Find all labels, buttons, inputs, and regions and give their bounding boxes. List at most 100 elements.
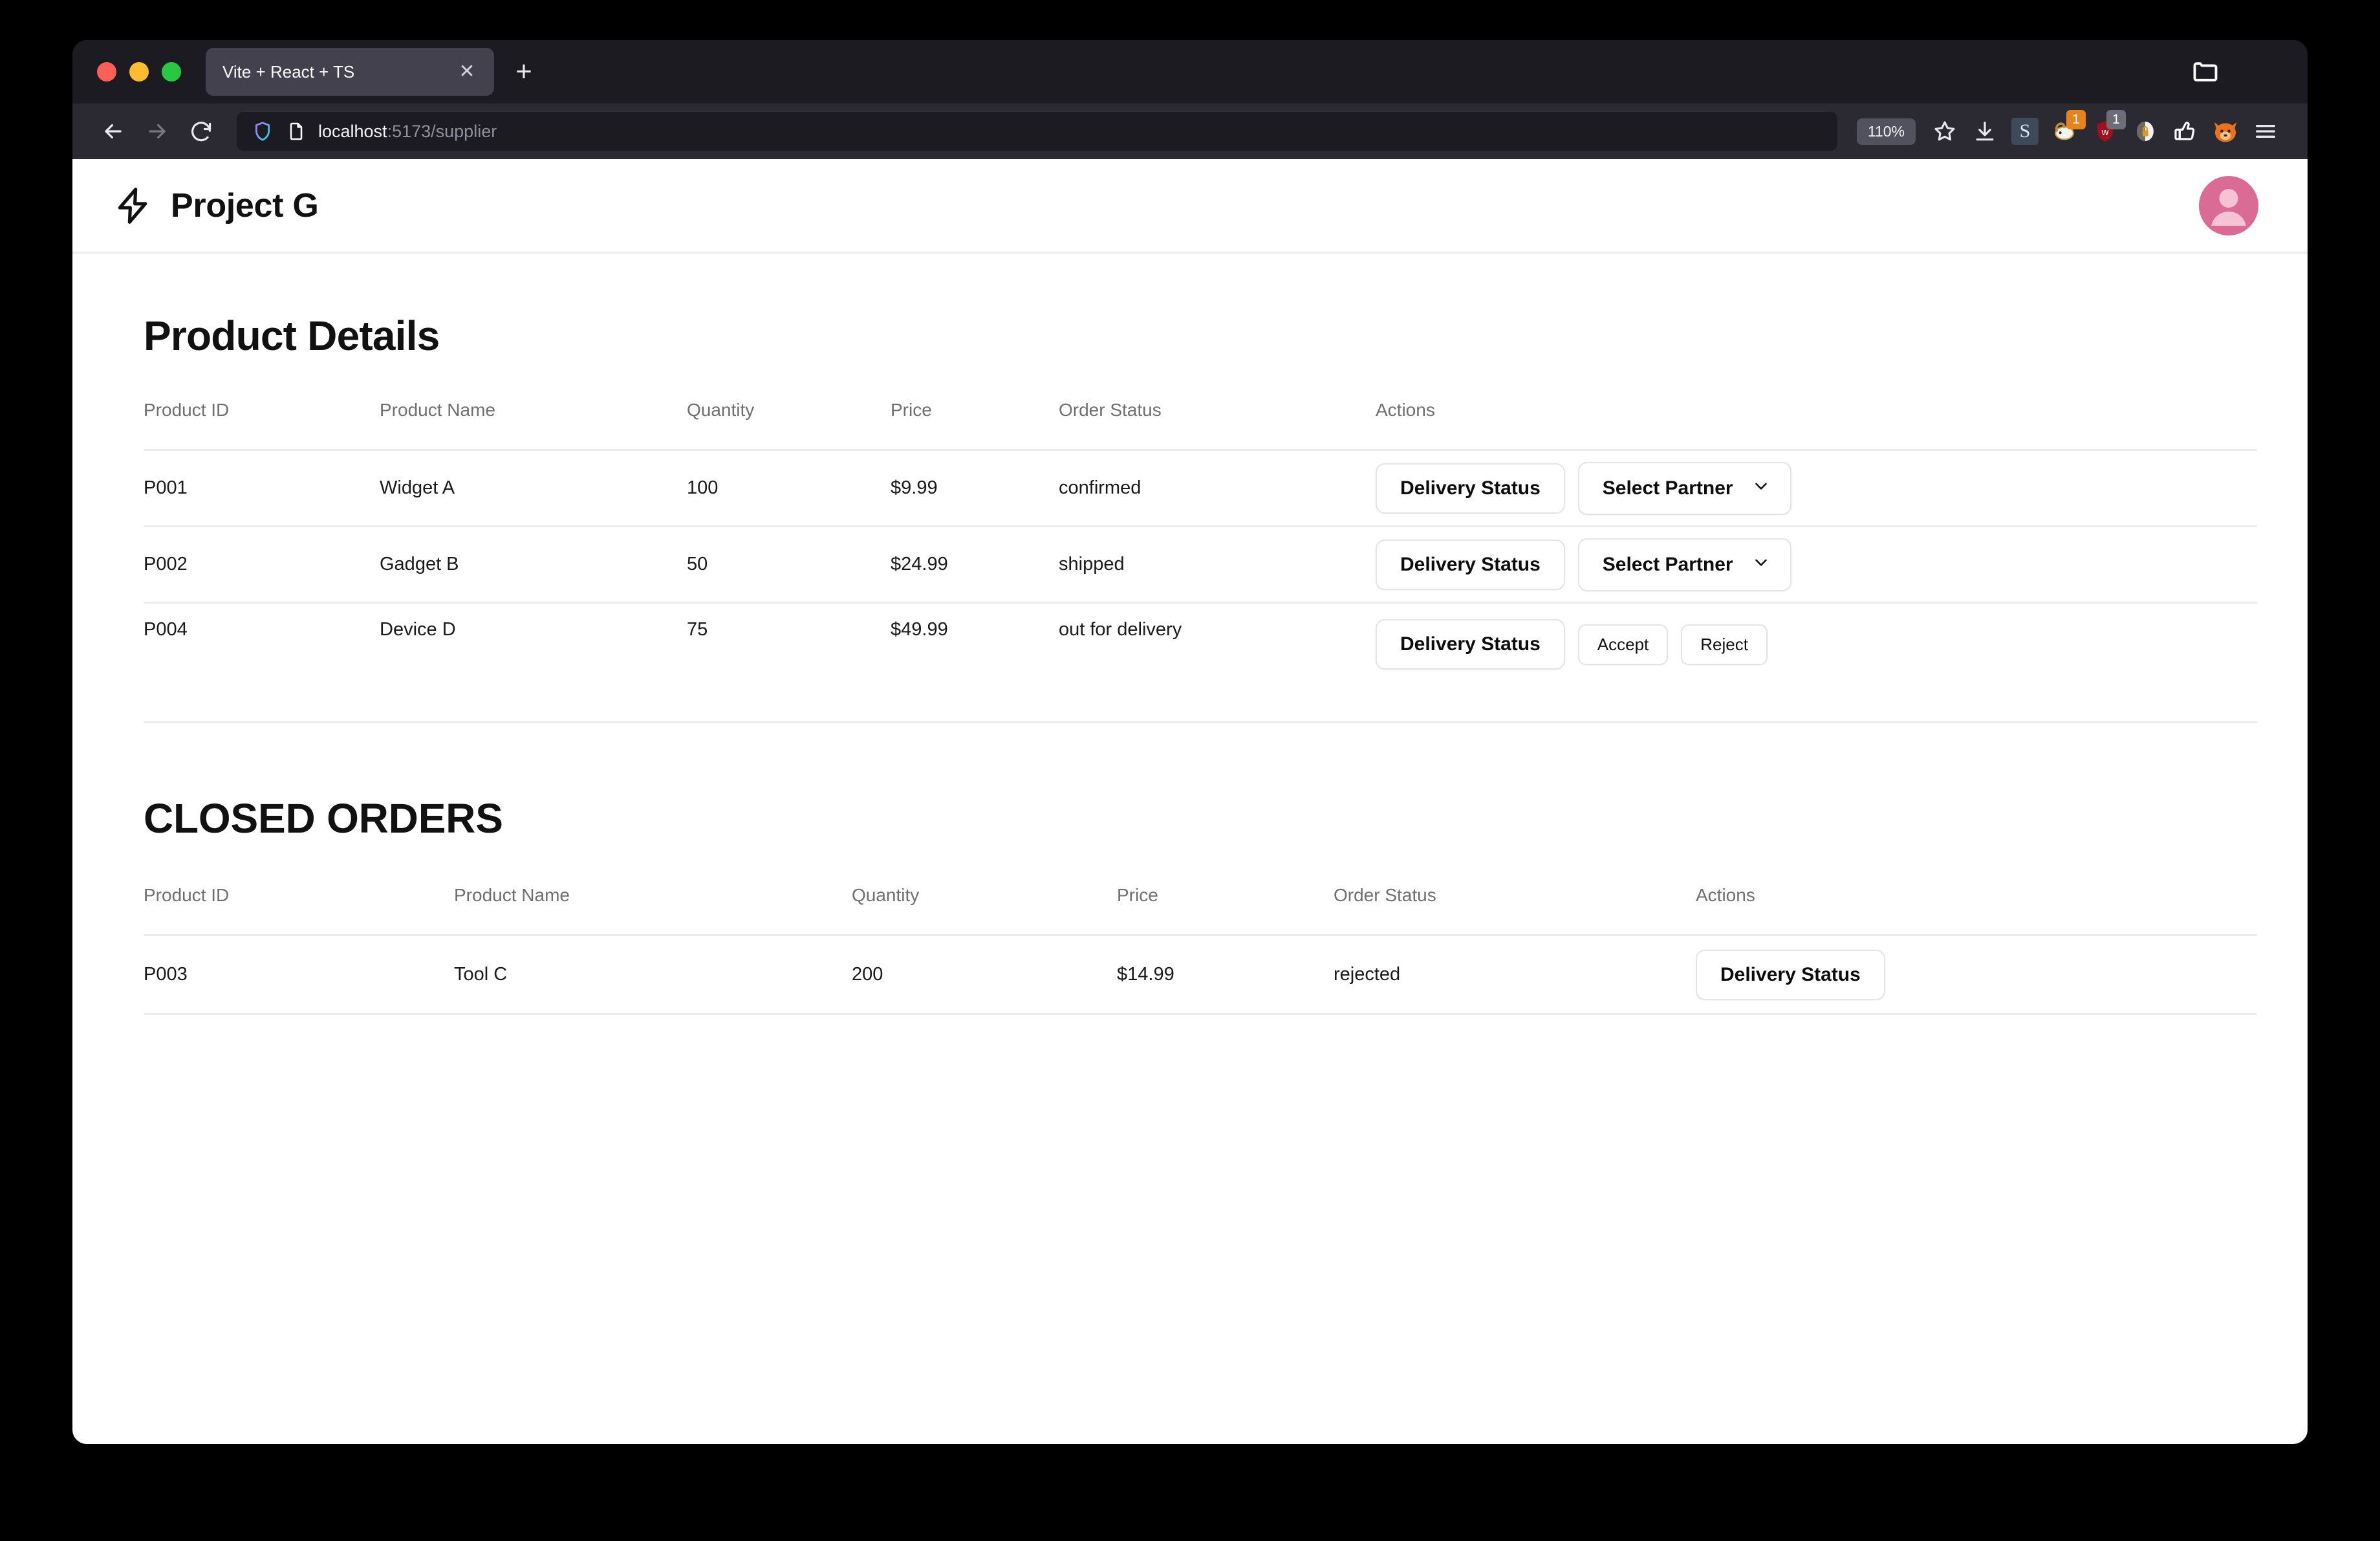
cell-actions: Delivery Status — [1696, 934, 2257, 1015]
cell-order-status: shipped — [1059, 525, 1376, 603]
column-header-order-status: Order Status — [1334, 885, 1436, 905]
browser-tab[interactable]: Vite + React + TS ✕ — [206, 48, 494, 96]
user-avatar-icon[interactable] — [2199, 175, 2258, 235]
chevron-down-icon — [1751, 552, 1771, 577]
column-header-quantity: Quantity — [687, 400, 755, 420]
cell-quantity: 50 — [687, 525, 891, 603]
shield-icon[interactable] — [251, 120, 274, 143]
delivery-status-button[interactable]: Delivery Status — [1376, 539, 1565, 590]
column-header-product-id: Product ID — [144, 885, 230, 905]
delivery-status-button[interactable]: Delivery Status — [1376, 619, 1565, 670]
extension-shield-icon[interactable]: w 1 — [2085, 110, 2126, 151]
cell-order-status: confirmed — [1059, 449, 1376, 527]
cell-order-status: rejected — [1334, 934, 1696, 1015]
table-row: P002 Gadget B 50 $24.99 shipped Delivery… — [144, 525, 2257, 603]
maximize-window-button[interactable] — [162, 62, 181, 82]
url-bar[interactable]: localhost:5173/supplier — [237, 112, 1837, 151]
close-tab-icon[interactable]: ✕ — [454, 59, 480, 85]
extension-badge-count-2: 1 — [2106, 110, 2126, 129]
firefox-account-icon[interactable] — [2205, 111, 2245, 151]
page-viewport: Project G Product Details Product ID Pro… — [72, 159, 2308, 1444]
cell-product-id: P002 — [144, 525, 380, 603]
extension-thumb-icon[interactable] — [2165, 111, 2205, 151]
url-path: :5173/supplier — [387, 121, 497, 141]
select-partner-dropdown[interactable]: Select Partner — [1577, 461, 1791, 515]
closed-orders-section: CLOSED ORDERS Product ID Product Name Qu… — [144, 794, 2257, 1015]
cell-price: $24.99 — [891, 525, 1059, 603]
browser-tab-strip: Vite + React + TS ✕ + — [72, 40, 2308, 104]
table-row: P003 Tool C 200 $14.99 rejected Delivery… — [144, 934, 2257, 1015]
chevron-down-icon — [1751, 476, 1771, 501]
cell-price: $49.99 — [891, 602, 1059, 723]
cell-product-id: P004 — [144, 602, 380, 723]
reload-icon[interactable] — [182, 113, 220, 150]
column-header-quantity: Quantity — [852, 885, 920, 905]
cell-order-status: out for delivery — [1059, 602, 1376, 723]
forward-arrow-icon[interactable] — [138, 113, 176, 150]
download-icon[interactable] — [1965, 111, 2005, 151]
page-brand-title: Project G — [171, 186, 319, 224]
page-title: Product Details — [144, 312, 440, 359]
cell-product-name: Gadget B — [380, 525, 687, 603]
column-header-product-name: Product Name — [454, 885, 570, 905]
cell-quantity: 75 — [687, 602, 891, 723]
svg-text:w: w — [2101, 127, 2109, 138]
zoom-level-indicator[interactable]: 110% — [1856, 118, 1916, 145]
delivery-status-button[interactable]: Delivery Status — [1376, 463, 1565, 514]
select-partner-label: Select Partner — [1602, 553, 1733, 575]
page-content: Product Details Product ID Product Name … — [72, 254, 2308, 1015]
brand[interactable]: Project G — [113, 186, 319, 226]
cell-actions: Delivery Status Select Partner — [1376, 449, 2257, 527]
cell-quantity: 100 — [687, 449, 891, 527]
close-window-button[interactable] — [97, 62, 116, 82]
cell-product-name: Tool C — [454, 934, 852, 1015]
minimize-window-button[interactable] — [129, 62, 149, 82]
column-header-product-id: Product ID — [144, 400, 230, 420]
cell-price: $9.99 — [891, 449, 1059, 527]
extension-s-icon[interactable]: S — [2005, 111, 2045, 151]
cell-price: $14.99 — [1117, 934, 1334, 1015]
extension-badge-count: 1 — [2066, 110, 2086, 129]
cell-product-name: Widget A — [380, 449, 687, 527]
reject-button[interactable]: Reject — [1681, 624, 1768, 665]
column-header-price: Price — [1117, 885, 1158, 905]
column-header-actions: Actions — [1696, 885, 1755, 905]
browser-toolbar-right: 110% S 1 w 1 — [1856, 110, 2286, 151]
accept-button[interactable]: Accept — [1577, 624, 1669, 665]
cell-product-id: P001 — [144, 449, 380, 527]
column-header-price: Price — [891, 400, 932, 420]
table-header-row: Product ID Product Name Quantity Price O… — [144, 885, 2257, 935]
table-header-row: Product ID Product Name Quantity Price O… — [144, 400, 2257, 450]
hamburger-menu-icon[interactable] — [2245, 111, 2286, 151]
table-row: P004 Device D 75 $49.99 out for delivery… — [144, 602, 2257, 723]
closed-orders-table: Product ID Product Name Quantity Price O… — [144, 885, 2257, 1015]
column-header-actions: Actions — [1376, 400, 1435, 420]
table-row: P001 Widget A 100 $9.99 confirmed Delive… — [144, 449, 2257, 527]
url-text: localhost:5173/supplier — [318, 122, 497, 142]
back-arrow-icon[interactable] — [94, 113, 132, 150]
browser-window: Vite + React + TS ✕ + localhost:5173/sup… — [72, 40, 2308, 1444]
extension-wallet-icon[interactable]: 1 — [2045, 110, 2086, 151]
app-header: Project G — [72, 159, 2308, 254]
column-header-product-name: Product Name — [380, 400, 495, 420]
product-details-table: Product ID Product Name Quantity Price O… — [144, 400, 2257, 723]
page-icon — [286, 121, 307, 142]
cell-quantity: 200 — [852, 934, 1117, 1015]
tab-list-icon[interactable] — [2187, 54, 2223, 90]
star-icon[interactable] — [1925, 111, 1965, 151]
window-traffic-lights — [97, 62, 181, 82]
lightning-bolt-icon — [113, 186, 153, 226]
delivery-status-button[interactable]: Delivery Status — [1696, 949, 1885, 1000]
cell-actions: Delivery Status Select Partner — [1376, 525, 2257, 603]
extension-lock-icon[interactable] — [2125, 111, 2165, 151]
column-header-order-status: Order Status — [1059, 400, 1162, 420]
url-host: localhost — [318, 121, 387, 141]
cell-product-name: Device D — [380, 602, 687, 723]
select-partner-label: Select Partner — [1602, 477, 1733, 499]
select-partner-dropdown[interactable]: Select Partner — [1577, 538, 1791, 591]
cell-actions: Delivery Status Accept Reject — [1376, 602, 2257, 723]
closed-orders-title: CLOSED ORDERS — [144, 795, 503, 842]
new-tab-button[interactable]: + — [504, 52, 543, 91]
tab-title: Vite + React + TS — [222, 61, 355, 82]
cell-product-id: P003 — [144, 934, 454, 1015]
